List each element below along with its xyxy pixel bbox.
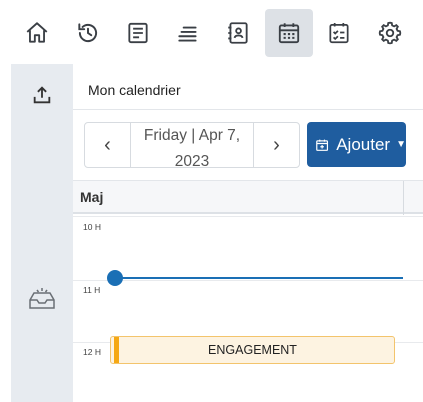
stack-list-icon: [178, 26, 197, 42]
contacts-book-icon: [228, 22, 248, 44]
upload-button[interactable]: [11, 84, 73, 106]
previous-day-button[interactable]: ‹: [85, 123, 131, 167]
calendar-button[interactable]: [265, 9, 313, 57]
inbox-button[interactable]: [11, 284, 73, 312]
day-grid[interactable]: 10 H 11 H 12 H ENGAGEMENT: [73, 216, 423, 402]
chevron-right-icon: ›: [273, 133, 280, 156]
column-divider: [403, 181, 404, 215]
documents-button[interactable]: [114, 9, 162, 57]
calendar-panel: Mon calendrier ‹ Friday | Apr 7, 2023 › …: [73, 64, 423, 402]
left-rail: [11, 64, 73, 402]
event-title: ENGAGEMENT: [208, 343, 297, 357]
contacts-button[interactable]: [214, 9, 262, 57]
upload-icon: [33, 86, 51, 104]
caret-down-icon: ▼: [396, 139, 406, 150]
current-date-line2: 2023: [174, 153, 210, 170]
inbox-tray-icon: [29, 288, 55, 309]
grid-line: [73, 280, 423, 281]
add-calendar-icon: [316, 139, 329, 151]
tasks-button[interactable]: [315, 9, 363, 57]
document-list-icon: [128, 22, 148, 44]
day-column-header: Maj: [73, 180, 423, 215]
event-block[interactable]: ENGAGEMENT: [110, 336, 395, 364]
top-toolbar: [0, 0, 423, 64]
date-navigator: ‹ Friday | Apr 7, 2023 ›: [84, 122, 300, 170]
add-button[interactable]: Ajouter ▼: [307, 122, 406, 167]
chevron-left-icon: ‹: [104, 133, 111, 156]
history-icon: [78, 23, 98, 43]
hour-label-12: 12 H: [83, 347, 101, 357]
current-time-marker: [107, 270, 123, 286]
home-button[interactable]: [13, 9, 61, 57]
list-button[interactable]: [164, 9, 212, 57]
home-icon: [26, 22, 48, 43]
current-time-line: [115, 277, 403, 279]
gear-icon: [378, 21, 402, 45]
settings-button[interactable]: [366, 9, 414, 57]
history-button[interactable]: [64, 9, 112, 57]
hour-label-10: 10 H: [83, 222, 101, 232]
calendar-title: Mon calendrier: [88, 82, 181, 98]
grid-line: [73, 216, 423, 217]
add-button-label: Ajouter: [336, 134, 391, 154]
calendar-icon: [278, 23, 300, 44]
hour-label-11: 11 H: [83, 285, 101, 295]
next-day-button[interactable]: ›: [253, 123, 299, 167]
checklist-calendar-icon: [329, 23, 349, 44]
current-date[interactable]: Friday | Apr 7, 2023: [131, 123, 253, 170]
current-date-line1: Friday | Apr 7,: [143, 127, 241, 144]
day-label: Maj: [80, 189, 104, 205]
divider: [73, 109, 423, 110]
